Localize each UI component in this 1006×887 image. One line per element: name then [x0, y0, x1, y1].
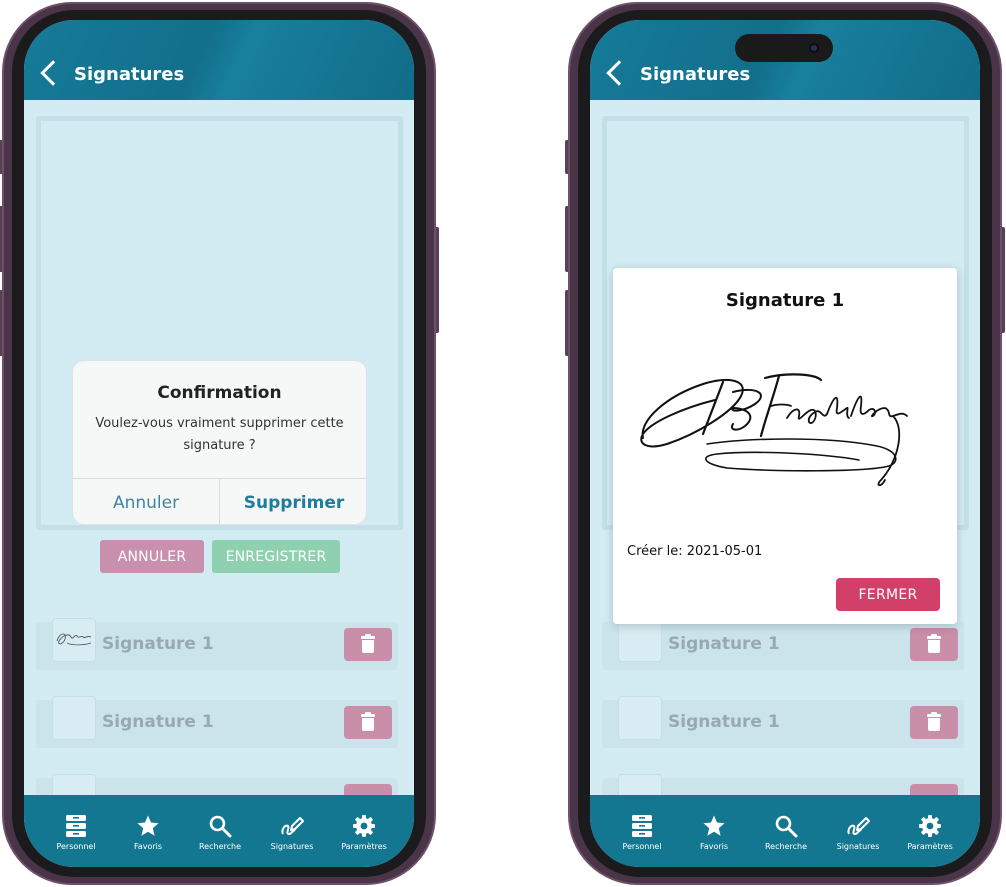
nav-item-personnel[interactable]: Personnel: [606, 805, 678, 861]
delete-button[interactable]: [910, 706, 958, 739]
search-icon: [207, 813, 233, 839]
list-item[interactable]: Signature 1: [602, 696, 964, 748]
signature-name: Signature 1: [102, 634, 214, 654]
screen: Signatures ANNULER ENREGISTRER Signature…: [24, 20, 414, 867]
canvas-actions: ANNULER ENREGISTRER: [24, 540, 414, 573]
close-button[interactable]: FERMER: [836, 578, 940, 611]
signature-view-modal: Signature 1 Créer le: 2021-05-01 FERMER: [613, 268, 957, 624]
list-item[interactable]: Signature 1: [36, 618, 398, 670]
page-title: Signatures: [640, 64, 751, 85]
list-item[interactable]: Signature 1: [602, 618, 964, 670]
confirm-dialog: Confirmation Voulez-vous vraiment suppri…: [72, 360, 367, 525]
delete-button[interactable]: [344, 706, 392, 739]
search-icon: [773, 813, 799, 839]
dynamic-island: [735, 34, 833, 62]
nav-label: Personnel: [622, 842, 662, 851]
nav-label: Signatures: [836, 842, 880, 851]
dialog-message: Voulez-vous vraiment supprimer cette sig…: [95, 416, 344, 453]
nav-label: Paramètres: [341, 842, 387, 851]
nav-item-parametres[interactable]: Paramètres: [328, 805, 400, 861]
signature-name: Signature 1: [102, 712, 214, 732]
phone-left: Signatures ANNULER ENREGISTRER Signature…: [0, 2, 439, 885]
nav-label: Paramètres: [907, 842, 953, 851]
nav-label: Favoris: [699, 842, 729, 851]
signature-thumbnail: [618, 696, 662, 740]
chevron-left-icon[interactable]: [40, 60, 66, 86]
phone-right: Signatures Signature 1 Signature 1 Perso…: [565, 2, 1005, 885]
signature-pen-icon: [845, 813, 871, 839]
nav-label: Recherche: [764, 842, 807, 851]
star-icon: [701, 813, 727, 839]
star-icon: [135, 813, 161, 839]
screen: Signatures Signature 1 Signature 1 Perso…: [590, 20, 980, 867]
nav-item-parametres[interactable]: Paramètres: [894, 805, 966, 861]
delete-button[interactable]: [910, 628, 958, 661]
nav-item-favoris[interactable]: Favoris: [112, 805, 184, 861]
dialog-title: Confirmation: [157, 383, 282, 403]
created-date: Créer le: 2021-05-01: [627, 544, 763, 559]
chevron-left-icon[interactable]: [606, 60, 632, 86]
nav-label: Recherche: [198, 842, 241, 851]
drawer-icon: [629, 813, 655, 839]
list-item[interactable]: Signature 1: [36, 696, 398, 748]
nav-item-favoris[interactable]: Favoris: [678, 805, 750, 861]
signature-name: Signature 1: [668, 712, 780, 732]
drawer-icon: [63, 813, 89, 839]
dialog-actions: Annuler Supprimer: [73, 478, 366, 524]
signature-name: Signature 1: [668, 634, 780, 654]
page-title: Signatures: [74, 64, 185, 85]
nav-item-personnel[interactable]: Personnel: [40, 805, 112, 861]
gear-icon: [351, 813, 377, 839]
nav-label: Personnel: [56, 842, 96, 851]
nav-item-signatures[interactable]: Signatures: [256, 805, 328, 861]
signature-pen-icon: [279, 813, 305, 839]
nav-item-signatures[interactable]: Signatures: [822, 805, 894, 861]
signature-image: [637, 368, 909, 503]
signature-thumbnail: [52, 696, 96, 740]
nav-item-recherche[interactable]: Recherche: [750, 805, 822, 861]
delete-button[interactable]: [344, 628, 392, 661]
nav-label: Favoris: [133, 842, 163, 851]
camera-icon: [809, 43, 819, 53]
nav-item-recherche[interactable]: Recherche: [184, 805, 256, 861]
app-header: Signatures: [24, 20, 414, 100]
bottom-nav: Personnel Favoris Recherche Signatures P…: [590, 795, 980, 867]
dialog-cancel-button[interactable]: Annuler: [73, 479, 220, 524]
bottom-nav: Personnel Favoris Recherche Signatures P…: [24, 795, 414, 867]
signature-thumbnail: [52, 618, 96, 662]
save-button[interactable]: ENREGISTRER: [212, 540, 340, 573]
gear-icon: [917, 813, 943, 839]
modal-title: Signature 1: [725, 290, 845, 311]
signature-thumbnail: [618, 618, 662, 662]
nav-label: Signatures: [270, 842, 314, 851]
cancel-button[interactable]: ANNULER: [100, 540, 204, 573]
dialog-delete-button[interactable]: Supprimer: [220, 479, 366, 524]
